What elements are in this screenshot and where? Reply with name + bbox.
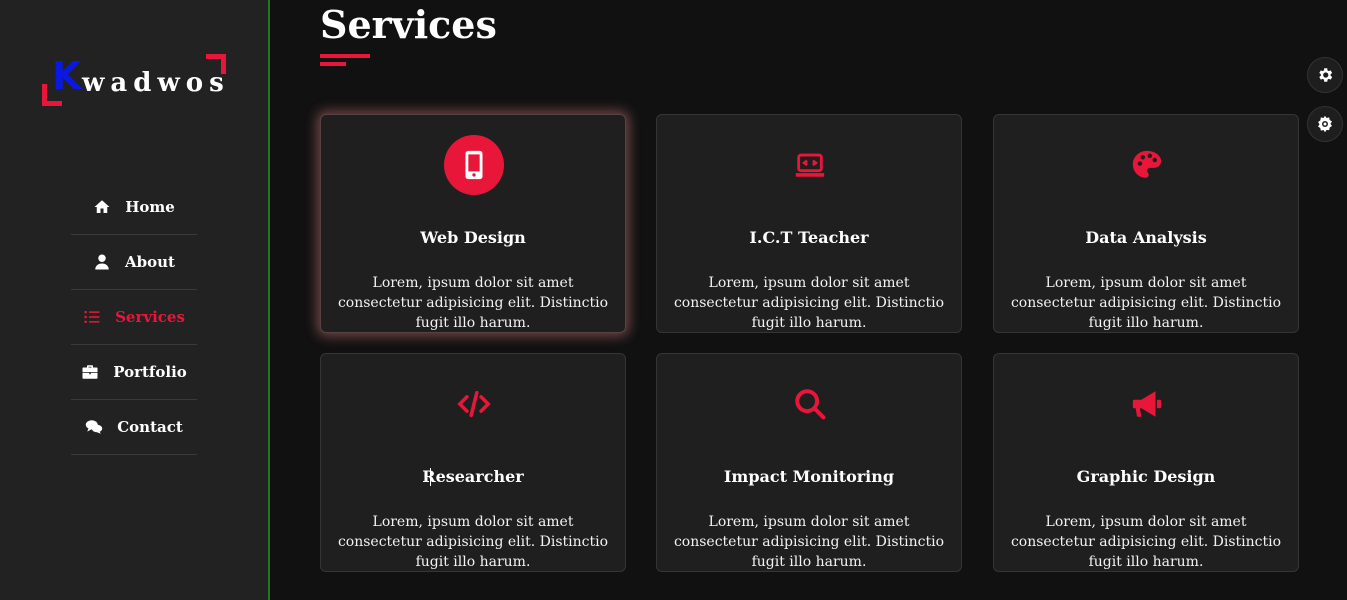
comments-icon: [85, 420, 103, 434]
nav-item-label: Services: [115, 308, 185, 326]
title-underline: [320, 54, 370, 58]
logo-text: wadwos: [82, 68, 230, 98]
logo-first-letter: K: [52, 54, 82, 98]
page-title: Services: [320, 2, 497, 47]
service-card-impact-monitoring[interactable]: Impact Monitoring Lorem, ipsum dolor sit…: [656, 353, 962, 572]
service-title: Researcher: [422, 467, 524, 486]
gear-icon: [1319, 68, 1333, 82]
text-caret: [430, 468, 431, 486]
service-card-graphic-design[interactable]: Graphic Design Lorem, ipsum dolor sit am…: [993, 353, 1299, 572]
service-title: Web Design: [420, 228, 526, 247]
nav-item-about[interactable]: About: [71, 235, 197, 290]
service-title: Impact Monitoring: [723, 467, 895, 486]
title-underline-short: [320, 62, 346, 66]
service-title: I.C.T Teacher: [749, 228, 869, 247]
service-description: Lorem, ipsum dolor sit amet consectetur …: [1010, 514, 1282, 570]
briefcase-icon: [82, 365, 98, 379]
nav-item-home[interactable]: Home: [71, 180, 197, 235]
bullhorn-icon: [1117, 374, 1177, 434]
service-title: Data Analysis: [1085, 228, 1207, 247]
service-card-web-design[interactable]: Web Design Lorem, ipsum dolor sit amet c…: [320, 114, 626, 333]
nav-item-services[interactable]: Services: [71, 290, 197, 345]
search-icon: [780, 374, 840, 434]
service-description: Lorem, ipsum dolor sit amet consectetur …: [673, 514, 945, 570]
service-description: Lorem, ipsum dolor sit amet consectetur …: [337, 275, 609, 331]
nav-item-label: Portfolio: [113, 363, 187, 381]
theme-settings-button[interactable]: [1307, 106, 1343, 142]
mobile-icon: [444, 135, 504, 195]
nav-item-contact[interactable]: Contact: [71, 400, 197, 455]
service-description: Lorem, ipsum dolor sit amet consectetur …: [337, 514, 609, 570]
nav-item-label: Home: [125, 198, 175, 216]
service-description: Lorem, ipsum dolor sit amet consectetur …: [1010, 275, 1282, 331]
nav-item-label: Contact: [117, 418, 183, 436]
user-icon: [95, 254, 109, 270]
service-card-researcher[interactable]: Researcher Lorem, ipsum dolor sit amet c…: [320, 353, 626, 572]
list-icon: [84, 311, 100, 323]
nav-item-label: About: [125, 253, 175, 271]
palette-icon: [1117, 135, 1177, 195]
cog-icon: [1318, 115, 1332, 133]
main-nav: Home About Services Portfolio Contact: [71, 180, 197, 455]
home-icon: [94, 200, 110, 213]
service-title: Graphic Design: [1076, 467, 1216, 486]
sidebar: K wadwos Home About Services Portfolio C…: [0, 0, 270, 600]
service-card-ict-teacher[interactable]: I.C.T Teacher Lorem, ipsum dolor sit ame…: [656, 114, 962, 333]
logo[interactable]: K wadwos: [42, 54, 226, 106]
services-grid: Web Design Lorem, ipsum dolor sit amet c…: [320, 114, 1299, 572]
nav-item-portfolio[interactable]: Portfolio: [71, 345, 197, 400]
laptop-code-icon: [780, 135, 840, 195]
settings-button[interactable]: [1307, 57, 1343, 93]
service-description: Lorem, ipsum dolor sit amet consectetur …: [673, 275, 945, 331]
service-card-data-analysis[interactable]: Data Analysis Lorem, ipsum dolor sit ame…: [993, 114, 1299, 333]
code-icon: [444, 374, 504, 434]
